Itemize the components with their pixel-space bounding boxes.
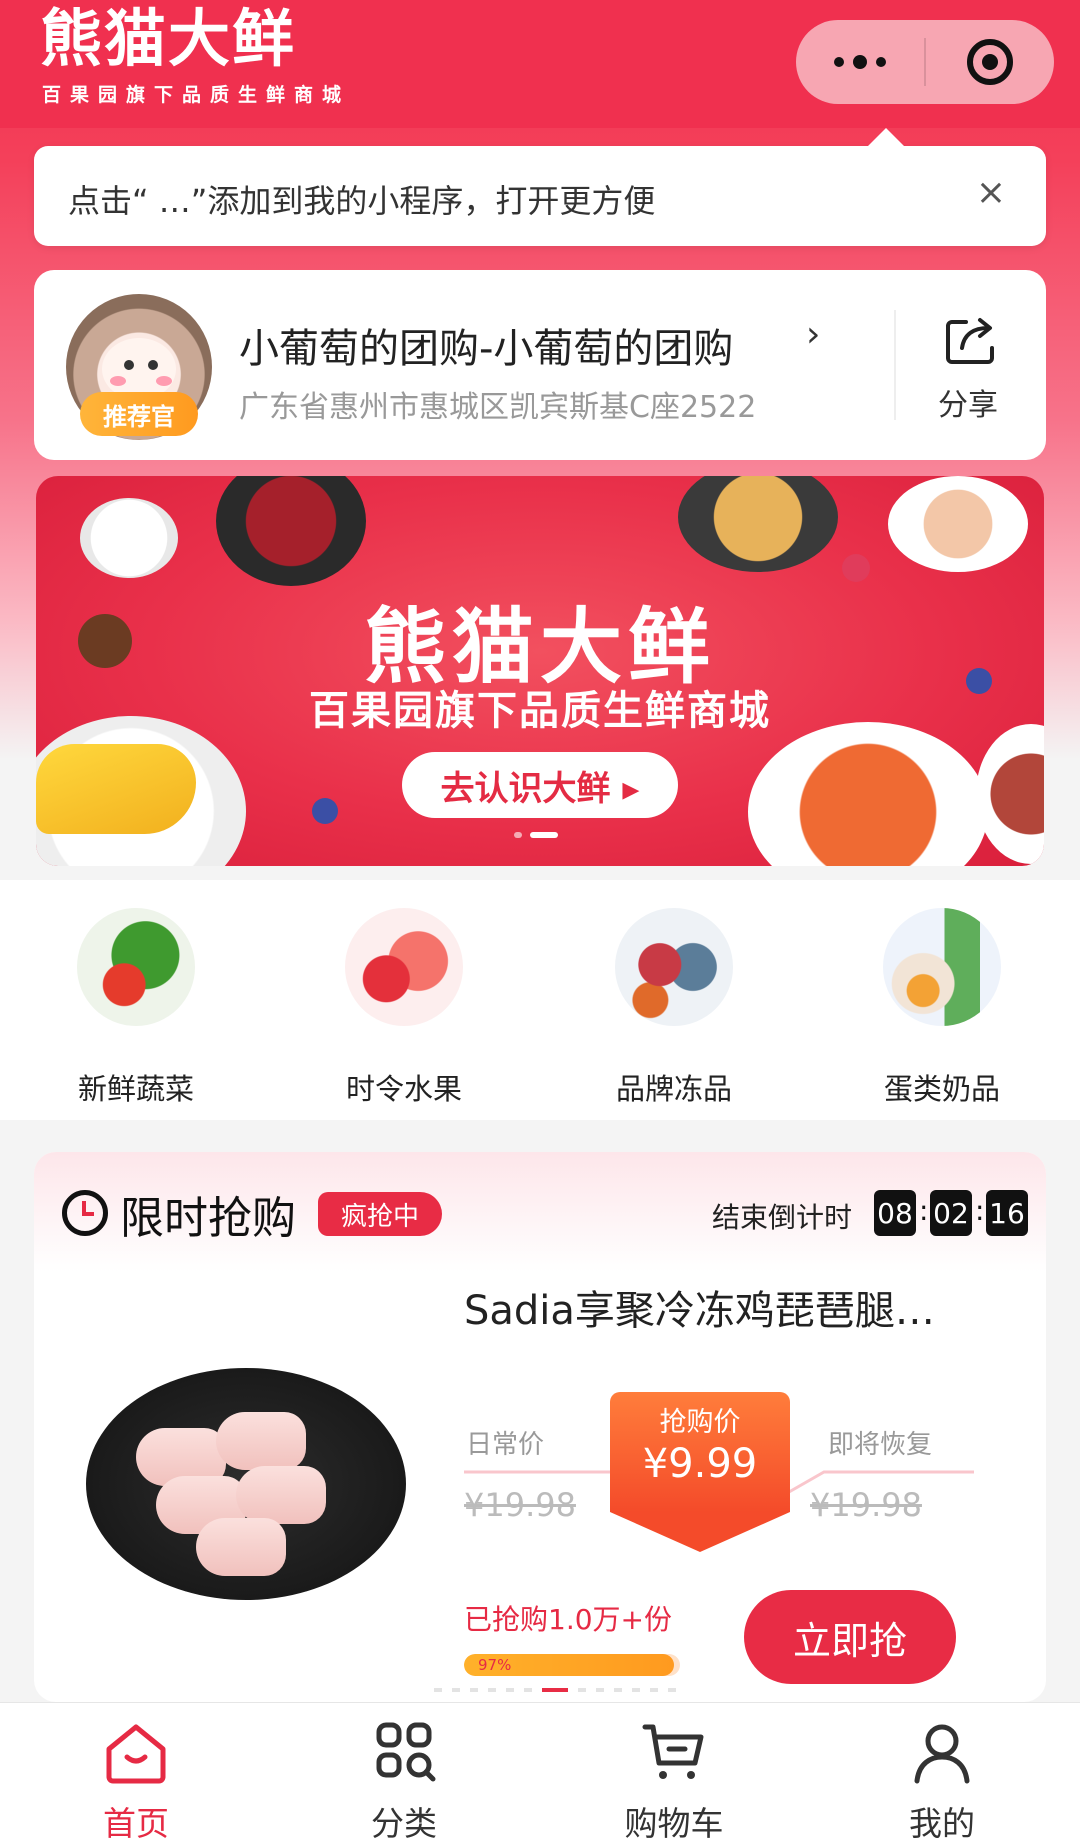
category-frozen[interactable]: 品牌冻品 — [584, 908, 764, 1108]
grab-price: ¥9.99 — [642, 1441, 758, 1487]
sold-progress-bar: 97% — [464, 1654, 680, 1676]
add-miniprogram-tip: 点击“ …”添加到我的小程序，打开更方便 × — [34, 128, 1046, 246]
miniprogram-capsule — [796, 20, 1054, 104]
category-icon — [376, 1722, 436, 1782]
grab-price-label: 抢购价 — [659, 1407, 741, 1438]
close-miniprogram-icon[interactable] — [926, 20, 1054, 104]
chevron-right-icon[interactable]: › — [806, 314, 820, 355]
restore-price: ¥19.98 — [810, 1486, 922, 1524]
berry-bowl-image — [976, 724, 1044, 864]
tip-text: 点击“ …”添加到我的小程序，打开更方便 — [68, 182, 656, 220]
more-menu-icon[interactable] — [796, 20, 924, 104]
banner-cta-button[interactable]: 去认识大鲜 ▸ — [402, 752, 678, 818]
tab-label: 首页 — [103, 1804, 169, 1843]
countdown-hours: 08 — [874, 1190, 916, 1236]
clock-icon — [62, 1190, 108, 1236]
share-label[interactable]: 分享 — [938, 380, 998, 424]
category-vegetables[interactable]: 新鲜蔬菜 — [46, 908, 226, 1108]
eggs-dairy-icon — [883, 908, 1001, 1026]
flash-sale-card: 限时抢购 疯抢中 结束倒计时 08 : 02 : 16 Sadia享聚冷冻鸡琵琶… — [34, 1152, 1046, 1702]
regular-price-label: 日常价 — [466, 1430, 545, 1460]
header: 熊猫大鲜 百果园旗下品质生鲜商城 — [0, 0, 1080, 128]
restore-price-label: 即将恢复 — [828, 1430, 933, 1460]
buy-now-button[interactable]: 立即抢 — [744, 1590, 956, 1684]
leader-name[interactable]: 小葡萄的团购-小葡萄的团购 — [239, 316, 733, 374]
countdown-seconds: 16 — [986, 1190, 1028, 1236]
fruits-icon — [345, 908, 463, 1026]
milk-cup-image — [80, 498, 178, 578]
tip-close-icon[interactable]: × — [976, 172, 1006, 213]
product-pagination — [434, 1688, 676, 1692]
bottom-tab-bar: 首页 分类 购物车 我的 — [0, 1702, 1080, 1846]
banner-pagination — [514, 832, 558, 838]
category-label: 蛋类奶品 — [883, 1072, 1000, 1106]
logo-subtitle: 百果园旗下品质生鲜商城 — [42, 84, 351, 106]
divider — [894, 310, 896, 420]
status-badge: 疯抢中 — [318, 1192, 442, 1236]
banner-subtitle: 百果园旗下品质生鲜商城 — [309, 688, 771, 734]
raspberry-image — [842, 554, 870, 582]
category-label: 新鲜蔬菜 — [77, 1072, 194, 1106]
salad-bowl-image — [678, 476, 838, 572]
logo-title: 熊猫大鲜 — [40, 2, 297, 75]
regular-price: ¥19.98 — [464, 1486, 576, 1524]
tab-category[interactable]: 分类 — [314, 1719, 494, 1845]
tab-home[interactable]: 首页 — [46, 1719, 226, 1845]
countdown-minutes: 02 — [930, 1190, 972, 1236]
tab-label: 我的 — [909, 1804, 975, 1843]
grab-price-box: 抢购价 ¥9.99 — [610, 1392, 790, 1512]
share-icon[interactable] — [944, 314, 1000, 366]
tab-cart[interactable]: 购物车 — [584, 1719, 764, 1845]
pagination-dot-active — [530, 832, 558, 838]
banana-image — [36, 744, 196, 834]
cart-icon — [642, 1724, 704, 1779]
vegetables-icon — [77, 908, 195, 1026]
frozen-food-icon — [615, 908, 733, 1026]
fish-plate-image — [888, 476, 1028, 572]
tab-profile[interactable]: 我的 — [852, 1719, 1032, 1845]
product-name[interactable]: Sadia享聚冷冻鸡琵琶腿… — [464, 1278, 984, 1336]
pagination-dot — [514, 832, 522, 838]
recommender-badge: 推荐官 — [80, 392, 198, 436]
product-image[interactable] — [86, 1368, 406, 1600]
countdown-colon: : — [919, 1194, 929, 1227]
group-leader-card[interactable]: 推荐官 小葡萄的团购-小葡萄的团购 › 广东省惠州市惠城区凯宾斯基C座2522 … — [34, 270, 1046, 460]
sold-progress-text: 97% — [478, 1656, 512, 1674]
blueberry-image — [312, 798, 338, 824]
tab-label: 购物车 — [624, 1804, 724, 1843]
shrimp-plate-image — [748, 722, 988, 866]
tab-label: 分类 — [371, 1804, 437, 1843]
steak-plate-image — [216, 476, 366, 586]
sold-count: 已抢购1.0万+份 — [464, 1603, 672, 1636]
home-icon — [106, 1724, 166, 1784]
category-label: 时令水果 — [345, 1072, 462, 1106]
flash-sale-title: 限时抢购 — [120, 1193, 296, 1244]
countdown-label: 结束倒计时 — [712, 1201, 853, 1234]
user-icon — [914, 1724, 970, 1784]
grab-price-pointer — [610, 1512, 790, 1552]
category-fruits[interactable]: 时令水果 — [314, 908, 494, 1108]
category-label: 品牌冻品 — [615, 1072, 732, 1106]
leader-address: 广东省惠州市惠城区凯宾斯基C座2522 — [239, 390, 757, 425]
category-grid: 新鲜蔬菜 时令水果 品牌冻品 蛋类奶品 — [0, 880, 1080, 1120]
countdown-colon: : — [975, 1194, 985, 1227]
promo-banner[interactable]: 熊猫大鲜 百果园旗下品质生鲜商城 去认识大鲜 ▸ — [36, 476, 1044, 866]
category-eggs-dairy[interactable]: 蛋类奶品 — [852, 908, 1032, 1108]
